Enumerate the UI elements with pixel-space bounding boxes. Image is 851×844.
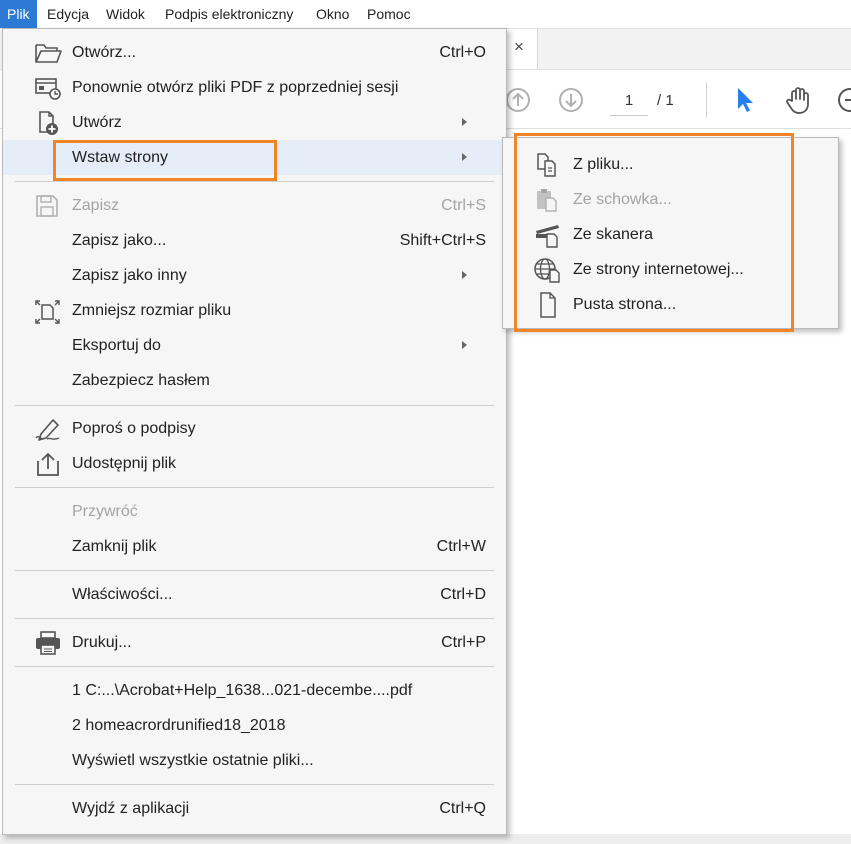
menu-separator bbox=[15, 784, 494, 785]
menu-item-shortcut: Ctrl+O bbox=[439, 44, 486, 61]
menu-item-label: Drukuj... bbox=[72, 634, 132, 651]
menu-item-reopen-session[interactable]: Ponownie otwórz pliki PDF z poprzedniej … bbox=[3, 70, 506, 105]
menu-widok[interactable]: Widok bbox=[99, 0, 152, 28]
menu-item-request-signatures[interactable]: Poproś o podpisy bbox=[3, 411, 506, 446]
submenu-arrow-icon bbox=[462, 341, 467, 349]
menu-item-shortcut: Ctrl+D bbox=[440, 586, 486, 603]
menu-bar: Plik Edycja Widok Podpis elektroniczny O… bbox=[0, 0, 851, 29]
annotation-box-insert-pages bbox=[53, 140, 277, 181]
toolbar-divider bbox=[706, 82, 707, 118]
menu-separator bbox=[15, 487, 494, 488]
zoom-out-icon[interactable] bbox=[836, 86, 851, 114]
page-number-input[interactable]: 1 bbox=[610, 87, 648, 116]
printer-icon bbox=[36, 631, 60, 655]
page-total: / 1 bbox=[657, 92, 674, 109]
submenu-arrow-icon bbox=[462, 153, 467, 161]
menu-podpis-elektroniczny[interactable]: Podpis elektroniczny bbox=[158, 0, 300, 28]
menu-item-recent-file-1[interactable]: 1 C:...\Acrobat+Help_1638...021-decembe.… bbox=[3, 673, 506, 708]
menu-item-label: Otwórz... bbox=[72, 44, 137, 61]
pen-sign-icon bbox=[35, 419, 60, 441]
menu-item-label: Właściwości... bbox=[72, 586, 173, 603]
menu-item-label: Zmniejsz rozmiar pliku bbox=[72, 302, 232, 319]
save-icon bbox=[36, 195, 58, 217]
menu-item-label: Utwórz bbox=[72, 114, 122, 131]
menu-item-exit[interactable]: Wyjdź z aplikacji Ctrl+Q bbox=[3, 791, 506, 826]
menu-item-recent-file-2[interactable]: 2 homeacrordrunified18_2018 bbox=[3, 708, 506, 743]
menu-item-label: Poproś o podpisy bbox=[72, 420, 196, 437]
folder-open-icon bbox=[35, 44, 62, 63]
menu-item-shortcut: Ctrl+W bbox=[436, 538, 486, 555]
menu-item-label: Zapisz jako inny bbox=[72, 267, 187, 284]
menu-item-save[interactable]: Zapisz Ctrl+S bbox=[3, 188, 506, 223]
reopen-session-icon bbox=[35, 78, 61, 100]
menu-item-properties[interactable]: Właściwości... Ctrl+D bbox=[3, 577, 506, 612]
bottom-shade bbox=[0, 834, 851, 844]
menu-separator bbox=[15, 405, 494, 406]
menu-edycja[interactable]: Edycja bbox=[40, 0, 96, 28]
menu-item-create[interactable]: Utwórz bbox=[3, 105, 506, 140]
menu-item-label: Zapisz jako... bbox=[72, 232, 167, 249]
menu-item-share[interactable]: Udostępnij plik bbox=[3, 446, 506, 481]
menu-item-label: 1 C:...\Acrobat+Help_1638...021-decembe.… bbox=[72, 682, 413, 699]
menu-item-save-as-other[interactable]: Zapisz jako inny bbox=[3, 258, 506, 293]
menu-item-label: Udostępnij plik bbox=[72, 455, 177, 472]
menu-item-close-file[interactable]: Zamknij plik Ctrl+W bbox=[3, 529, 506, 564]
menu-item-revert[interactable]: Przywróć bbox=[3, 494, 506, 529]
menu-item-print[interactable]: Drukuj... Ctrl+P bbox=[3, 625, 506, 660]
reduce-size-icon bbox=[35, 300, 60, 324]
annotation-box-submenu bbox=[514, 133, 794, 332]
menu-item-protect-password[interactable]: Zabezpiecz hasłem bbox=[3, 363, 506, 398]
hand-tool-icon[interactable] bbox=[784, 85, 814, 115]
menu-item-open[interactable]: Otwórz... Ctrl+O bbox=[3, 35, 506, 70]
menu-item-export[interactable]: Eksportuj do bbox=[3, 328, 506, 363]
menu-item-label: Zabezpiecz hasłem bbox=[72, 372, 210, 389]
menu-separator bbox=[15, 666, 494, 667]
menu-item-label: Przywróć bbox=[72, 503, 138, 520]
submenu-arrow-icon bbox=[462, 271, 467, 279]
menu-item-label: Zapisz bbox=[72, 197, 120, 214]
previous-page-icon[interactable] bbox=[504, 86, 532, 114]
menu-separator bbox=[15, 618, 494, 619]
menu-item-label: Wyjdź z aplikacji bbox=[72, 800, 190, 817]
select-cursor-icon[interactable] bbox=[734, 86, 756, 114]
menu-item-shortcut: Shift+Ctrl+S bbox=[399, 232, 486, 249]
menu-item-shortcut: Ctrl+Q bbox=[439, 800, 486, 817]
share-icon bbox=[37, 452, 59, 476]
menu-item-shortcut: Ctrl+P bbox=[441, 634, 486, 651]
menu-plik[interactable]: Plik bbox=[0, 0, 37, 28]
menu-item-label: 2 homeacrordrunified18_2018 bbox=[72, 717, 286, 734]
menu-separator bbox=[15, 570, 494, 571]
menu-item-reduce-size[interactable]: Zmniejsz rozmiar pliku bbox=[3, 293, 506, 328]
menu-item-save-as[interactable]: Zapisz jako... Shift+Ctrl+S bbox=[3, 223, 506, 258]
menu-item-label: Zamknij plik bbox=[72, 538, 157, 555]
tab-close-icon[interactable]: × bbox=[514, 37, 524, 57]
menu-item-label: Wyświetl wszystkie ostatnie pliki... bbox=[72, 752, 314, 769]
submenu-arrow-icon bbox=[462, 118, 467, 126]
menu-item-shortcut: Ctrl+S bbox=[441, 197, 486, 214]
menu-item-show-all-recent[interactable]: Wyświetl wszystkie ostatnie pliki... bbox=[3, 743, 506, 778]
menu-item-label: Eksportuj do bbox=[72, 337, 161, 354]
menu-separator bbox=[15, 181, 494, 182]
menu-okno[interactable]: Okno bbox=[309, 0, 356, 28]
next-page-icon[interactable] bbox=[557, 86, 585, 114]
menu-pomoc[interactable]: Pomoc bbox=[360, 0, 418, 28]
menu-item-label: Ponownie otwórz pliki PDF z poprzedniej … bbox=[72, 79, 399, 96]
create-pdf-icon bbox=[39, 111, 58, 135]
